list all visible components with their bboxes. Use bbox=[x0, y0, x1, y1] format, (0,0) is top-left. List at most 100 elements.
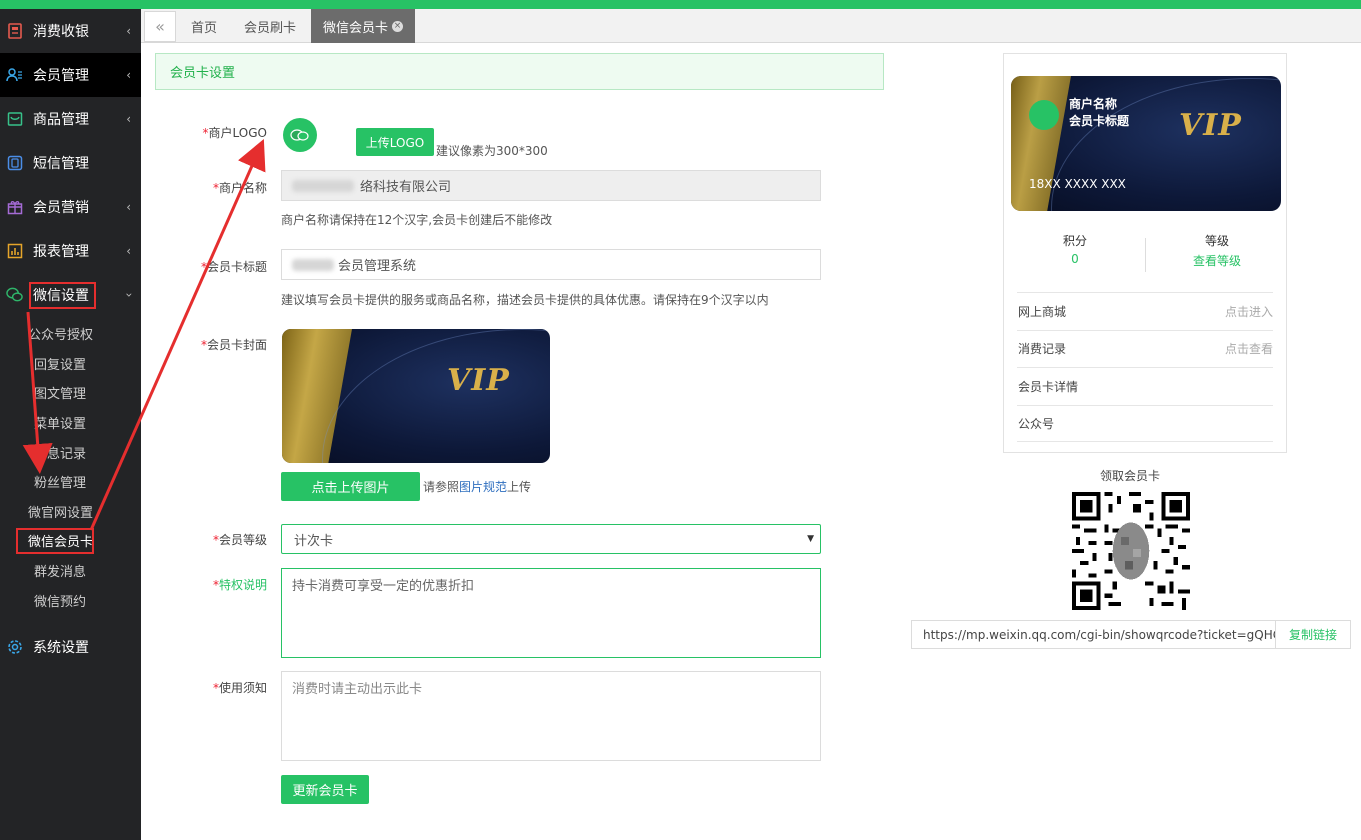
logo-hint: 建议像素为300*300 bbox=[436, 144, 548, 158]
sidebar-item-goods[interactable]: 商品管理 ‹ bbox=[0, 97, 141, 141]
tab-label: 微信会员卡 bbox=[323, 20, 389, 36]
cover-vip-text: VIP bbox=[447, 363, 510, 398]
hint-text: 上传 bbox=[507, 480, 532, 494]
label-text: 会员等级 bbox=[218, 533, 267, 547]
notice-textarea[interactable]: 消费时请主动出示此卡 bbox=[281, 671, 821, 761]
card-title-field[interactable]: 会员管理系统 bbox=[281, 249, 821, 280]
row-label: 消费记录 bbox=[1018, 342, 1067, 357]
submenu-item[interactable]: 微信预约 bbox=[0, 585, 141, 615]
preview-merchant-logo bbox=[1029, 100, 1059, 130]
wechat-submenu: 公众号授权 回复设置 图文管理 菜单设置 消息记录 粉丝管理 微官网设置 微信会… bbox=[0, 317, 141, 619]
image-spec-link[interactable]: 图片规范 bbox=[459, 480, 507, 494]
privilege-label: *特权说明 bbox=[137, 576, 267, 593]
sidebar-item-label: 报表管理 bbox=[33, 244, 89, 260]
sidebar-item-label: 会员管理 bbox=[33, 68, 89, 84]
level-stat: 等级 查看等级 bbox=[1146, 232, 1288, 269]
sidebar: 消费收银 ‹ 会员管理 ‹ 商品管理 ‹ 短信管理 会员营销 ‹ 报表管理 ‹ bbox=[0, 9, 141, 840]
chevron-left-icon: ‹ bbox=[126, 112, 131, 126]
cover-arc bbox=[322, 329, 550, 463]
section-title: 会员卡设置 bbox=[155, 53, 884, 90]
sidebar-item-members[interactable]: 会员管理 ‹ bbox=[0, 53, 141, 97]
close-icon[interactable]: × bbox=[392, 20, 404, 32]
merchant-name-field[interactable]: 络科技有限公司 bbox=[281, 170, 821, 201]
cover-label: *会员卡封面 bbox=[137, 336, 267, 353]
qr-code-graphic bbox=[1072, 492, 1190, 610]
cash-register-icon bbox=[6, 23, 23, 40]
wechat-icon bbox=[6, 287, 23, 304]
name-help: 商户名称请保持在12个汉字,会员卡创建后不能修改 bbox=[281, 213, 553, 227]
tabs-bar: « 首页 会员刷卡 微信会员卡 × bbox=[141, 9, 1361, 43]
chevron-down-icon: ‹ bbox=[121, 292, 136, 298]
copy-link-button[interactable]: 复制链接 bbox=[1275, 620, 1351, 649]
submenu-item[interactable]: 粉丝管理 bbox=[0, 467, 141, 497]
preview-card: 商户名称 会员卡标题 VIP 18XX XXXX XXX bbox=[1011, 76, 1281, 211]
qr-url-field[interactable]: https://mp.weixin.qq.com/cgi-bin/showqrc… bbox=[911, 620, 1276, 649]
merchant-name-value: 络科技有限公司 bbox=[360, 180, 452, 195]
submenu-item[interactable]: 微官网设置 bbox=[0, 497, 141, 527]
goods-icon bbox=[6, 111, 23, 128]
dropdown-caret-icon: ▼ bbox=[807, 534, 814, 544]
list-item[interactable]: 公众号 bbox=[1017, 404, 1273, 442]
sidebar-item-system[interactable]: 系统设置 bbox=[0, 625, 141, 669]
tabs-scroll-left-button[interactable]: « bbox=[144, 11, 176, 42]
upload-cover-button[interactable]: 点击上传图片 bbox=[281, 472, 420, 501]
preview-merchant-text: 商户名称 会员卡标题 bbox=[1069, 96, 1129, 130]
list-item[interactable]: 消费记录 点击查看 bbox=[1017, 329, 1273, 368]
upload-logo-button[interactable]: 上传LOGO bbox=[356, 128, 434, 156]
preview-card-number: 18XX XXXX XXX bbox=[1029, 177, 1126, 191]
label-text: 会员卡封面 bbox=[206, 338, 267, 352]
tab-wechat-card[interactable]: 微信会员卡 × bbox=[311, 9, 416, 43]
title-label: *会员卡标题 bbox=[137, 258, 267, 275]
annotation-box-wechat-settings bbox=[29, 282, 96, 309]
preview-stats: 积分 0 等级 查看等级 bbox=[1004, 232, 1288, 276]
view-level-link[interactable]: 查看等级 bbox=[1146, 252, 1288, 269]
top-accent-bar bbox=[0, 0, 1361, 9]
level-label: *会员等级 bbox=[137, 531, 267, 548]
preview-card-title: 会员卡标题 bbox=[1069, 114, 1130, 128]
sidebar-item-label: 系统设置 bbox=[33, 639, 89, 656]
card-preview-panel: 商户名称 会员卡标题 VIP 18XX XXXX XXX 积分 0 等级 查看等… bbox=[1003, 53, 1287, 453]
label-text: 商户LOGO bbox=[208, 126, 267, 140]
points-stat: 积分 0 bbox=[1004, 232, 1146, 266]
title-help: 建议填写会员卡提供的服务或商品名称，描述会员卡提供的具体优惠。请保持在9个汉字以… bbox=[281, 293, 769, 307]
submenu-item[interactable]: 群发消息 bbox=[0, 556, 141, 586]
sidebar-item-cashier[interactable]: 消费收银 ‹ bbox=[0, 9, 141, 53]
sidebar-item-sms[interactable]: 短信管理 bbox=[0, 141, 141, 185]
label-text: 会员卡标题 bbox=[206, 260, 267, 274]
chevron-left-icon: ‹ bbox=[126, 68, 131, 82]
qr-code bbox=[1072, 492, 1190, 610]
card-title-value: 会员管理系统 bbox=[338, 259, 417, 274]
submenu-item[interactable]: 图文管理 bbox=[0, 378, 141, 408]
sms-icon bbox=[6, 155, 23, 172]
report-icon bbox=[6, 243, 23, 260]
list-item[interactable]: 网上商城 点击进入 bbox=[1017, 292, 1273, 330]
sidebar-item-marketing[interactable]: 会员营销 ‹ bbox=[0, 185, 141, 229]
gear-icon bbox=[6, 638, 23, 655]
sidebar-item-label: 商品管理 bbox=[33, 112, 89, 128]
sidebar-item-label: 会员营销 bbox=[33, 200, 89, 216]
chevron-left-icon: ‹ bbox=[126, 244, 131, 258]
list-item[interactable]: 会员卡详情 bbox=[1017, 367, 1273, 405]
level-label: 等级 bbox=[1204, 234, 1229, 248]
update-card-button[interactable]: 更新会员卡 bbox=[281, 775, 369, 804]
merchant-logo bbox=[283, 118, 317, 152]
sidebar-item-label: 短信管理 bbox=[33, 156, 89, 172]
row-hint: 点击查看 bbox=[1224, 342, 1273, 357]
preview-menu-list: 网上商城 点击进入 消费记录 点击查看 会员卡详情 公众号 bbox=[1017, 292, 1273, 442]
row-label: 会员卡详情 bbox=[1018, 379, 1079, 394]
submenu-item[interactable]: 消息记录 bbox=[0, 437, 141, 467]
submenu-item[interactable]: 公众号授权 bbox=[0, 319, 141, 349]
tab-home[interactable]: 首页 bbox=[191, 9, 217, 43]
submenu-item[interactable]: 回复设置 bbox=[0, 349, 141, 379]
preview-vip-text: VIP bbox=[1179, 108, 1242, 143]
label-text: 特权说明 bbox=[218, 578, 267, 592]
sidebar-item-reports[interactable]: 报表管理 ‹ bbox=[0, 229, 141, 273]
privilege-textarea[interactable]: 持卡消费可享受一定的优惠折扣 bbox=[281, 568, 821, 658]
row-label: 网上商城 bbox=[1018, 304, 1067, 319]
tab-member-swipe[interactable]: 会员刷卡 bbox=[244, 9, 296, 43]
submenu-item[interactable]: 菜单设置 bbox=[0, 408, 141, 438]
name-label: *商户名称 bbox=[137, 179, 267, 196]
preview-merchant-name: 商户名称 bbox=[1069, 97, 1118, 111]
points-value: 0 bbox=[1071, 252, 1079, 266]
member-level-select[interactable]: 计次卡 ▼ bbox=[281, 524, 821, 554]
